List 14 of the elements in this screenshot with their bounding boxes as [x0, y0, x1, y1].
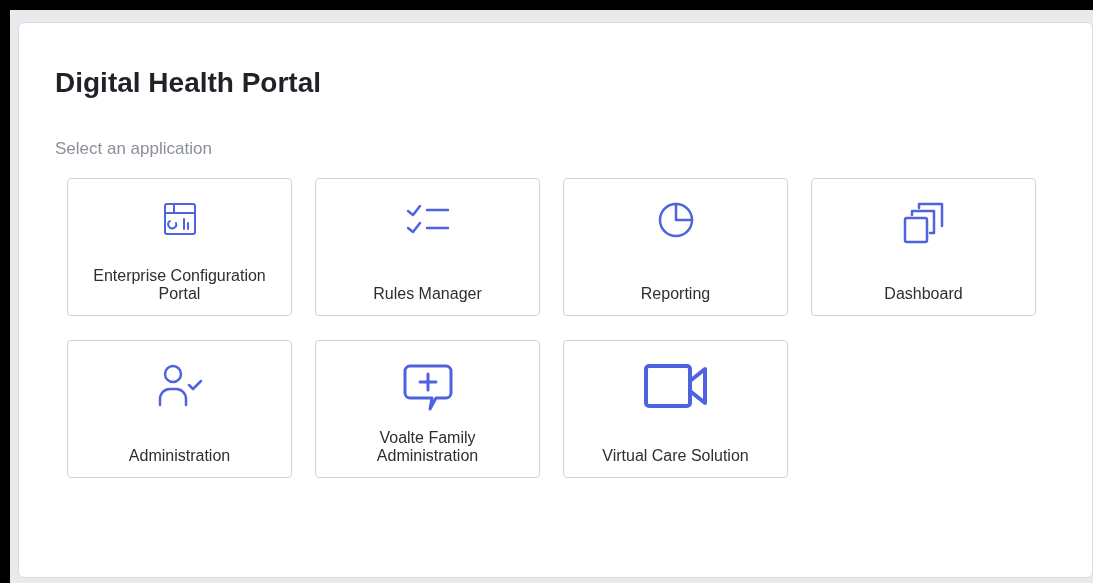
app-tile[interactable]: Voalte Family Administration: [315, 340, 540, 478]
app-tile[interactable]: Reporting: [563, 178, 788, 316]
stacked-squares-icon: [901, 201, 946, 245]
pie-chart-icon: [656, 201, 695, 239]
message-plus-icon: [401, 363, 454, 411]
page-subtitle: Select an application: [55, 139, 213, 159]
app-tile[interactable]: Virtual Care Solution: [563, 340, 788, 478]
page-title: Digital Health Portal: [55, 67, 323, 99]
app-tile[interactable]: Enterprise Configuration Portal: [67, 178, 292, 316]
app-tile[interactable]: Dashboard: [811, 178, 1036, 316]
video-camera-icon: [642, 363, 709, 409]
layout-chart-icon: [161, 201, 198, 237]
app-tile[interactable]: Rules Manager: [315, 178, 540, 316]
app-tile[interactable]: Administration: [67, 340, 292, 478]
